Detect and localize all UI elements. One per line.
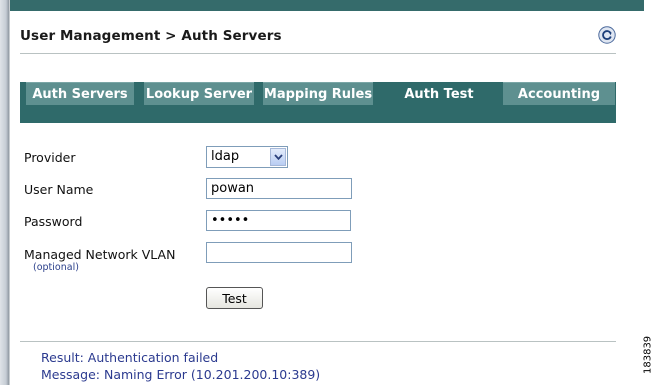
result-message: Message: Naming Error (10.201.200.10:389… [41, 367, 321, 382]
username-field[interactable] [206, 178, 352, 199]
optional-note: (optional) [33, 262, 79, 273]
header-divider [20, 53, 616, 54]
username-label: User Name [24, 182, 94, 197]
provider-selected-value: ldap [211, 149, 240, 164]
chevron-down-icon[interactable] [270, 148, 286, 166]
top-banner [10, 0, 616, 11]
provider-label: Provider [24, 150, 76, 165]
tab-mapping-rules[interactable]: Mapping Rules [263, 82, 373, 105]
top-banner-right [616, 0, 644, 11]
vlan-field[interactable] [206, 242, 352, 263]
result-status: Result: Authentication failed [41, 350, 219, 365]
password-label: Password [24, 214, 83, 229]
test-button[interactable]: Test [206, 287, 263, 309]
password-field[interactable] [206, 210, 351, 231]
breadcrumb: User Management > Auth Servers [20, 28, 282, 44]
tab-auth-servers[interactable]: Auth Servers [26, 82, 134, 105]
refresh-icon[interactable] [598, 26, 616, 44]
vlan-label: Managed Network VLAN [24, 247, 176, 262]
tab-accounting[interactable]: Accounting [503, 82, 615, 105]
result-divider [20, 341, 616, 342]
tab-auth-test[interactable]: Auth Test [383, 82, 495, 105]
figure-id: 183839 [642, 335, 654, 375]
tab-lookup-server[interactable]: Lookup Server [144, 82, 254, 105]
provider-select[interactable]: ldap [206, 146, 288, 168]
left-scroll-edge [0, 0, 10, 385]
